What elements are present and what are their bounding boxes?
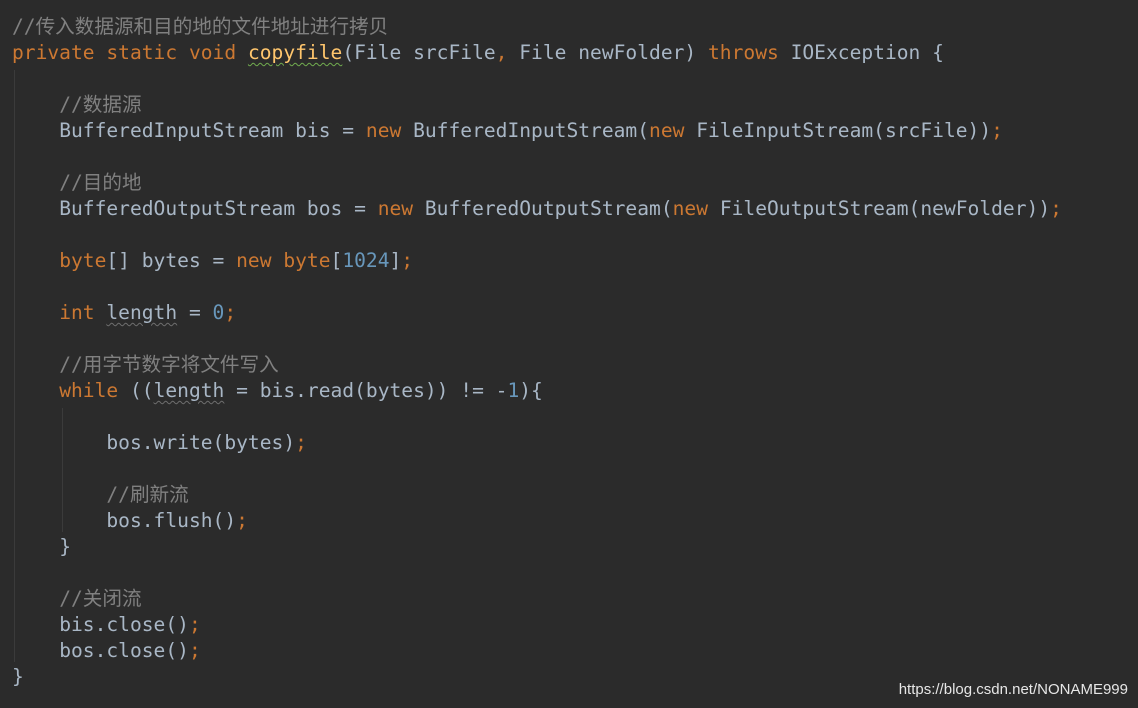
code-token-comment: //刷新流 <box>106 483 189 506</box>
code-line[interactable]: //数据源 <box>12 92 142 118</box>
code-token-plain: bis.close() <box>59 613 189 636</box>
code-line[interactable]: //用字节数字将文件写入 <box>12 352 279 378</box>
code-line[interactable]: } <box>12 664 24 690</box>
code-token-kw: byte <box>59 249 107 272</box>
code-token-kw: ; <box>1050 197 1062 220</box>
code-line[interactable]: bos.close(); <box>12 638 201 664</box>
code-token-plain: [ <box>330 249 343 272</box>
code-line[interactable]: BufferedOutputStream bos = new BufferedO… <box>12 196 1062 222</box>
code-line[interactable]: BufferedInputStream bis = new BufferedIn… <box>12 118 1003 144</box>
code-token-plain: = <box>177 301 213 324</box>
code-token-kw: ; <box>224 301 237 324</box>
code-token-plain: (File srcFile <box>342 41 496 64</box>
code-token-kw: ; <box>991 119 1003 142</box>
code-line[interactable]: while ((length = bis.read(bytes)) != -1)… <box>12 378 543 404</box>
code-token-plain: [] bytes = <box>106 249 237 272</box>
code-line[interactable]: bis.close(); <box>12 612 201 638</box>
code-token-plain: IOException { <box>790 41 944 64</box>
code-line[interactable]: bos.flush(); <box>12 508 248 534</box>
code-token-plain: } <box>12 665 24 688</box>
code-token-unused: length <box>153 379 225 402</box>
code-token-plain: FileInputStream(srcFile)) <box>696 119 992 142</box>
code-token-kw: new <box>377 197 425 220</box>
code-token-comment: //用字节数字将文件写入 <box>59 353 279 376</box>
code-token-comment: //目的地 <box>59 171 142 194</box>
code-token-kw: while <box>59 379 130 402</box>
code-token-comment: //关闭流 <box>59 587 142 610</box>
code-line[interactable]: } <box>12 534 71 560</box>
code-token-plain: ){ <box>519 379 543 402</box>
code-token-plain: BufferedOutputStream( <box>424 197 673 220</box>
code-token-kw: throws <box>708 41 791 64</box>
code-token-plain: ] <box>389 249 402 272</box>
code-line[interactable]: //刷新流 <box>12 482 189 508</box>
code-line[interactable]: //传入数据源和目的地的文件地址进行拷贝 <box>12 14 388 40</box>
code-token-plain: BufferedInputStream bis = <box>59 119 366 142</box>
code-token-num: 1024 <box>342 249 390 272</box>
code-line[interactable]: int length = 0; <box>12 300 236 326</box>
code-token-kw: new byte <box>236 249 331 272</box>
code-token-kw: ; <box>295 431 307 454</box>
code-token-comment: //传入数据源和目的地的文件地址进行拷贝 <box>12 15 389 38</box>
code-token-kw: ; <box>188 639 201 662</box>
code-line[interactable]: //关闭流 <box>12 586 142 612</box>
code-line[interactable]: byte[] bytes = new byte[1024]; <box>12 248 413 274</box>
code-token-method: copyfile <box>247 41 343 64</box>
code-line[interactable]: //目的地 <box>12 170 142 196</box>
code-token-kw: new <box>649 119 697 142</box>
code-token-plain: File newFolder) <box>519 41 709 64</box>
code-token-plain: = bis.read(bytes)) != - <box>224 379 508 402</box>
code-token-num: 0 <box>212 301 225 324</box>
code-token-kw: int <box>59 301 107 324</box>
code-token-plain: bos.flush() <box>106 509 237 532</box>
code-token-comment: //数据源 <box>59 93 142 116</box>
code-line[interactable]: bos.write(bytes); <box>12 430 307 456</box>
watermark-text: https://blog.csdn.net/NONAME999 <box>898 681 1128 698</box>
code-token-kw: , <box>495 41 520 64</box>
code-token-plain: BufferedOutputStream bos = <box>59 197 378 220</box>
code-token-kw: ; <box>401 249 414 272</box>
code-editor[interactable]: //传入数据源和目的地的文件地址进行拷贝 private static void … <box>0 0 1138 708</box>
code-token-plain: FileOutputStream(newFolder)) <box>719 197 1051 220</box>
code-token-kw: new <box>672 197 720 220</box>
code-token-plain: bos.close() <box>59 639 189 662</box>
code-line[interactable]: private static void copyfile(File srcFil… <box>12 40 944 66</box>
code-token-plain: BufferedInputStream( <box>413 119 650 142</box>
code-token-kw: ; <box>236 509 248 532</box>
code-token-plain: } <box>59 535 71 558</box>
code-token-unused: length <box>106 301 178 324</box>
code-token-plain: bos.write(bytes) <box>106 431 296 454</box>
code-token-kw: private static void <box>12 41 248 64</box>
code-token-kw: new <box>365 119 414 142</box>
code-token-plain: (( <box>129 379 154 402</box>
code-token-num: 1 <box>507 379 520 402</box>
code-token-kw: ; <box>188 613 201 636</box>
